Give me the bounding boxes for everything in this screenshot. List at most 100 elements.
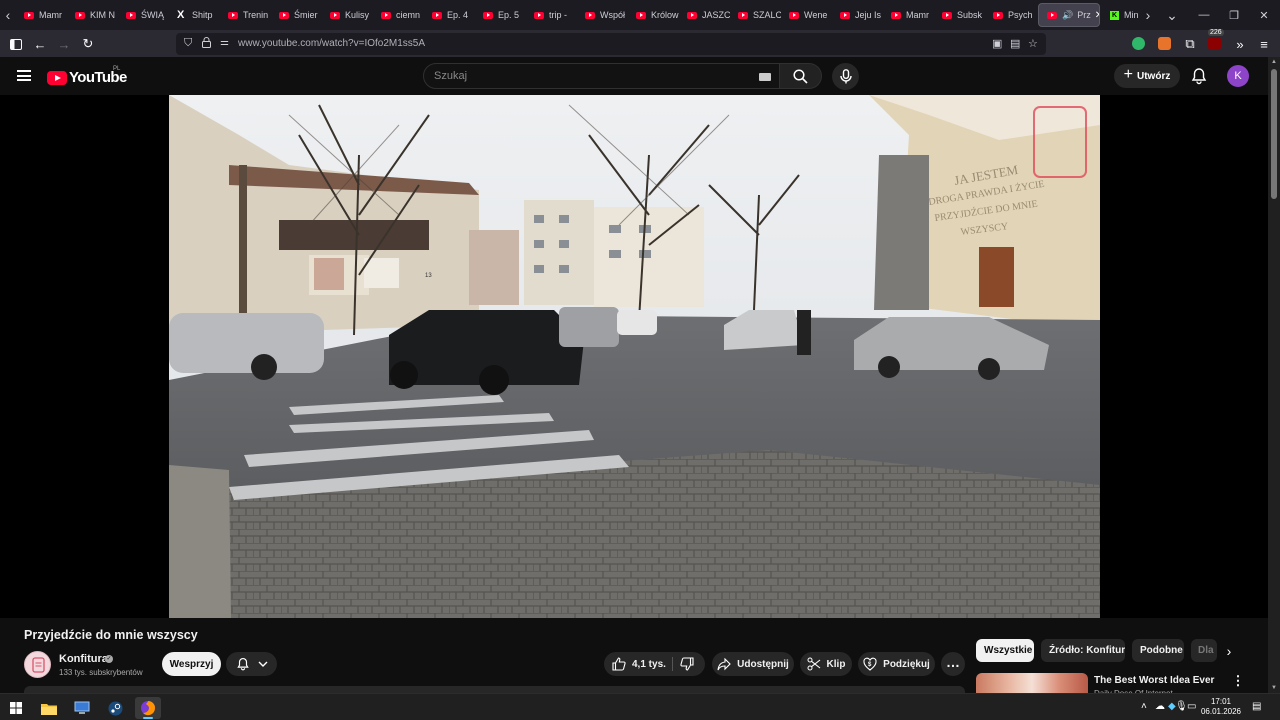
scroll-down-arrow-icon[interactable]: ▼ bbox=[1271, 685, 1277, 691]
voice-search-button[interactable] bbox=[832, 63, 859, 90]
lock-icon[interactable] bbox=[202, 37, 211, 51]
tray-microphone-icon[interactable]: 🎙 bbox=[1175, 701, 1188, 712]
tab-item[interactable]: trip - bbox=[526, 0, 577, 30]
guide-menu-icon[interactable] bbox=[17, 70, 31, 81]
shield-icon[interactable]: ⛉ bbox=[184, 37, 192, 50]
tab-scroll-right-icon[interactable]: › bbox=[1140, 0, 1156, 30]
channel-name[interactable]: Konfitura bbox=[59, 653, 108, 665]
tab-item[interactable]: Mamr bbox=[883, 0, 934, 30]
notifications-bell-icon[interactable] bbox=[1190, 67, 1208, 85]
window-restore-button[interactable]: ❐ bbox=[1218, 0, 1250, 30]
scrollbar-thumb[interactable] bbox=[1271, 69, 1277, 199]
like-button[interactable]: 4,1 tys. bbox=[612, 657, 666, 671]
share-button[interactable]: Udostępnij bbox=[712, 652, 794, 676]
computer-app-icon[interactable] bbox=[69, 697, 95, 719]
tab-item[interactable]: ciemn bbox=[373, 0, 424, 30]
search-button[interactable] bbox=[780, 63, 822, 89]
youtube-play-logo-icon bbox=[47, 70, 67, 85]
sidebar-toggle-icon[interactable] bbox=[6, 34, 26, 54]
tab-item[interactable]: SZALC bbox=[730, 0, 781, 30]
extension-shield-icon[interactable] bbox=[1132, 37, 1145, 50]
tray-network-icon[interactable]: ▭ bbox=[1187, 701, 1196, 712]
channel-avatar[interactable] bbox=[24, 651, 51, 678]
video-frame[interactable]: 13 JA JESTEM DROGA PRAWDA I ŻYCIE PRZYJD bbox=[169, 95, 1100, 618]
tab-list-chevron-down-icon[interactable]: ⌄ bbox=[1162, 0, 1182, 30]
url-text[interactable]: www.youtube.com/watch?v=IOfo2M1ss5A bbox=[238, 38, 425, 49]
tab-item[interactable]: Ep. 4 bbox=[424, 0, 475, 30]
tab-item[interactable]: Jeju Is bbox=[832, 0, 883, 30]
chevron-down-icon bbox=[258, 661, 267, 667]
tab-item[interactable]: Wene bbox=[781, 0, 832, 30]
tab-item[interactable]: Kulisy bbox=[322, 0, 373, 30]
window-close-button[interactable]: ✕ bbox=[1248, 0, 1280, 30]
more-actions-button[interactable]: … bbox=[941, 652, 965, 676]
speaker-icon[interactable]: 🔊 bbox=[1062, 10, 1073, 21]
tab-item[interactable]: Mamr bbox=[16, 0, 67, 30]
overflow-chevrons-icon[interactable]: » bbox=[1230, 34, 1250, 54]
extensions-puzzle-icon[interactable]: ⧉ bbox=[1180, 34, 1200, 54]
start-windows-icon[interactable] bbox=[3, 697, 29, 719]
search-input[interactable] bbox=[434, 68, 734, 84]
permissions-icon[interactable]: ⚌ bbox=[220, 37, 229, 48]
tab-item[interactable]: K Min bbox=[1102, 0, 1140, 30]
page-scrollbar[interactable]: ▲ ▼ bbox=[1268, 57, 1280, 693]
tab-item[interactable]: Trenin bbox=[220, 0, 271, 30]
extension-ublock-icon[interactable]: 226 bbox=[1208, 29, 1224, 50]
tray-chevron-up-icon[interactable]: ˄ bbox=[1141, 701, 1147, 712]
more-vertical-icon[interactable]: ⋮ bbox=[1232, 673, 1245, 689]
share-label: Udostępnij bbox=[737, 658, 789, 670]
firefox-icon[interactable] bbox=[135, 697, 161, 719]
clip-button[interactable]: Klip bbox=[800, 652, 852, 676]
bookmark-star-icon[interactable]: ☆ bbox=[1028, 37, 1038, 50]
file-explorer-folder-icon[interactable] bbox=[36, 697, 62, 719]
tab-scroll-left-icon[interactable]: ‹ bbox=[0, 0, 16, 30]
tab-item[interactable]: Królow bbox=[628, 0, 679, 30]
chip-all[interactable]: Wszystkie bbox=[976, 639, 1034, 662]
tab-list: Mamr KIM N ŚWIĄ X Shitp Trenin Śmier Kulisy ciem… bbox=[16, 0, 1036, 30]
windows-taskbar: ˄ ☁ ◆ 🎙 ▭ 17:01 06.01.2026 ▤ bbox=[0, 693, 1280, 720]
virtual-keyboard-icon[interactable] bbox=[759, 73, 771, 81]
tab-item[interactable]: Ep. 5 bbox=[475, 0, 526, 30]
support-button[interactable]: Wesprzyj bbox=[162, 652, 221, 676]
tab-item[interactable]: KIM N bbox=[67, 0, 118, 30]
video-player[interactable]: 13 JA JESTEM DROGA PRAWDA I ŻYCIE PRZYJD bbox=[0, 95, 1268, 618]
tab-item[interactable]: Współ bbox=[577, 0, 628, 30]
tab-item[interactable]: Śmier bbox=[271, 0, 322, 30]
tab-item[interactable]: JASZC bbox=[679, 0, 730, 30]
tray-cloud-icon[interactable]: ☁ bbox=[1155, 701, 1165, 712]
tab-item[interactable]: X Shitp bbox=[169, 0, 220, 30]
tab-item[interactable]: Psych bbox=[985, 0, 1036, 30]
picture-in-picture-icon[interactable]: ▣ bbox=[992, 37, 1002, 50]
window-minimize-button[interactable]: — bbox=[1188, 0, 1220, 30]
reload-icon[interactable]: ↻ bbox=[78, 34, 98, 54]
extension-fox-icon[interactable] bbox=[1158, 37, 1171, 50]
youtube-logo[interactable]: YouTube PL bbox=[47, 66, 127, 86]
app-menu-hamburger-icon[interactable]: ≡ bbox=[1254, 34, 1274, 54]
notification-center-icon[interactable]: ▤ bbox=[1252, 701, 1261, 712]
recommended-video-title[interactable]: The Best Worst Idea Ever bbox=[1094, 675, 1214, 686]
scroll-up-arrow-icon[interactable]: ▲ bbox=[1271, 59, 1277, 65]
tab-close-icon[interactable]: ✕ bbox=[1095, 10, 1099, 21]
dislike-button[interactable] bbox=[680, 657, 700, 674]
address-bar[interactable]: ⛉ ⚌ www.youtube.com/watch?v=IOfo2M1ss5A … bbox=[176, 33, 1046, 55]
tab-item[interactable]: ŚWIĄ bbox=[118, 0, 169, 30]
back-arrow-icon[interactable]: ← bbox=[30, 34, 50, 54]
chip-from-channel[interactable]: Źródło: Konfitura bbox=[1041, 639, 1125, 662]
chip-for-you[interactable]: Dla bbox=[1191, 639, 1217, 662]
tab-active[interactable]: 🔊 Prz ✕ bbox=[1038, 3, 1100, 27]
recommended-video-thumbnail[interactable] bbox=[976, 673, 1088, 693]
tab-item[interactable]: Subsk bbox=[934, 0, 985, 30]
steam-icon[interactable] bbox=[102, 697, 128, 719]
chip-related[interactable]: Podobne bbox=[1132, 639, 1184, 662]
description-box[interactable] bbox=[24, 686, 965, 693]
region-code: PL bbox=[113, 66, 121, 72]
reader-view-icon[interactable]: ▤ bbox=[1010, 37, 1020, 50]
chips-next-arrow-icon[interactable]: › bbox=[1220, 641, 1238, 661]
account-avatar[interactable]: K bbox=[1227, 65, 1249, 87]
thanks-button[interactable]: $ Podziękuj bbox=[858, 652, 935, 676]
system-clock[interactable]: 17:01 06.01.2026 bbox=[1198, 697, 1244, 717]
forward-arrow-icon[interactable]: → bbox=[54, 34, 74, 54]
create-button[interactable]: + Utwórz bbox=[1114, 64, 1180, 88]
subscription-notifications-button[interactable] bbox=[226, 652, 277, 676]
tab-label: Trenin bbox=[243, 10, 269, 20]
